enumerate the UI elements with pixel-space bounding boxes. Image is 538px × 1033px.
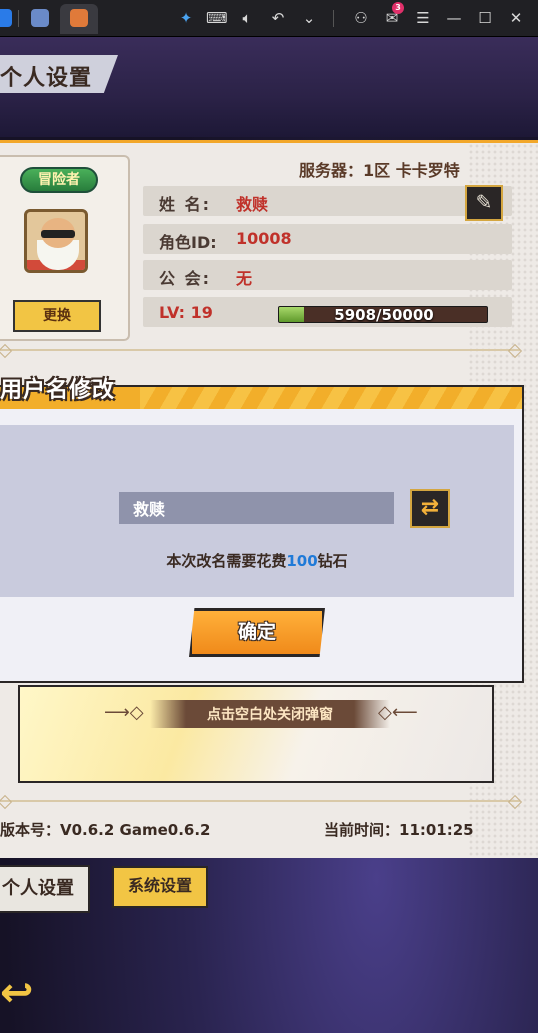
version-label: 版本号：V0.6.2 Game0.6.2 [0, 821, 211, 839]
tab-system-settings[interactable]: 系统设置 [112, 866, 208, 908]
dialog-header-stripes [140, 387, 522, 411]
avatar[interactable] [24, 209, 88, 273]
left-ornament-icon: ⟶◇ [104, 702, 144, 723]
server-label: 服务器：1区 卡卡罗特 [299, 161, 460, 180]
back-arrow-icon[interactable]: ↩ [0, 968, 46, 1018]
username-input[interactable] [119, 492, 394, 524]
xp-progress-text: 5908/50000 [334, 306, 434, 323]
role-id-label: 角色ID: [159, 233, 217, 252]
level-label: LV: 19 [159, 303, 213, 322]
change-avatar-button[interactable]: 更换 [13, 300, 101, 332]
maximize-icon[interactable]: ☐ [475, 8, 495, 28]
name-label: 姓 名: [159, 195, 211, 214]
guild-value: 无 [236, 269, 253, 288]
role-id-value: 10008 [236, 229, 292, 248]
keyboard-icon[interactable]: ⌨ [206, 8, 228, 28]
tab-personal-settings[interactable]: 个人设置 [0, 865, 90, 913]
app-window: ✦ ⌨ 🔈︎ ↶ ⌄ ⚇ ✉ 3 ☰ — ☐ ✕ 个人设置 冒险者 更换 服务器… [0, 0, 538, 1033]
xp-progress-bar: 5908/50000 [278, 306, 488, 323]
section-divider [0, 349, 520, 351]
rank-badge: 冒险者 [20, 167, 98, 193]
close-hint-text[interactable]: 点击空白处关闭弹窗 [150, 704, 390, 724]
guild-row: 公 会: 无 [143, 260, 512, 290]
rename-dialog-title: 用户名修改 [0, 378, 116, 403]
cost-suffix: 钻石 [317, 552, 348, 570]
minimize-icon[interactable]: — [444, 8, 464, 28]
app-icon-1[interactable] [0, 9, 12, 27]
current-time-label: 当前时间：11:01:25 [324, 821, 474, 839]
role-id-row: 角色ID: 10008 [143, 224, 512, 254]
edit-name-icon[interactable]: ✎ [465, 185, 503, 221]
game-tab-icon [70, 9, 88, 27]
guild-label: 公 会: [159, 269, 211, 288]
page-title: 个人设置 [0, 66, 93, 91]
app-icon-2[interactable] [31, 9, 49, 27]
confirm-button[interactable]: 确定 [189, 608, 325, 657]
chevron-down-icon[interactable]: ⌄ [299, 8, 319, 28]
close-icon[interactable]: ✕ [506, 8, 526, 28]
titlebar-separator [18, 10, 19, 27]
pin-icon[interactable]: ✦ [176, 8, 196, 28]
window-titlebar: ✦ ⌨ 🔈︎ ↶ ⌄ ⚇ ✉ 3 ☰ — ☐ ✕ [0, 0, 538, 37]
volume-icon[interactable]: 🔈︎ [237, 8, 257, 28]
titlebar-separator [333, 10, 334, 27]
avatar-glasses [41, 230, 75, 238]
name-value: 救赎 [236, 195, 269, 214]
cost-prefix: 本次改名需要花费 [166, 552, 287, 570]
section-divider [0, 800, 520, 802]
rename-cost-text: 本次改名需要花费100钻石 [0, 550, 514, 571]
rotate-icon[interactable]: ↶ [268, 8, 288, 28]
user-icon[interactable]: ⚇ [351, 8, 371, 28]
cost-amount: 100 [286, 552, 318, 570]
random-name-icon[interactable]: ⇄ [410, 489, 450, 528]
name-row: 姓 名: 救赎 [143, 186, 512, 216]
mail-count-badge: 3 [392, 2, 404, 14]
menu-icon[interactable]: ☰ [413, 8, 433, 28]
